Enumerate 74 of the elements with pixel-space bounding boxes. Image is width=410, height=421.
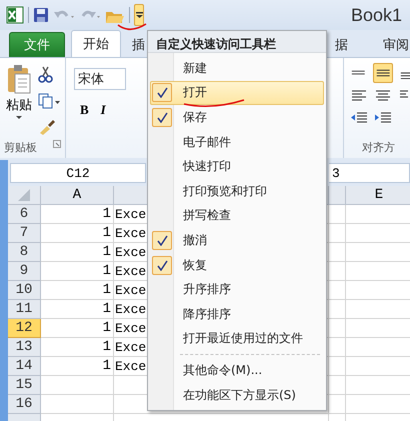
menu-item[interactable]: 保存 [150, 105, 324, 130]
table-cell [329, 338, 346, 357]
customize-button[interactable] [134, 4, 144, 26]
checkbox[interactable] [152, 83, 172, 102]
table-cell: 1 [41, 281, 114, 300]
row-header[interactable]: 15 [8, 376, 41, 395]
menu-item[interactable]: 打开 [150, 80, 324, 106]
row-header[interactable]: 8 [8, 243, 41, 262]
ribbon-tab[interactable]: 据 [328, 32, 355, 57]
menu-item[interactable]: 打印预览和打印 [150, 178, 324, 204]
copy-icon[interactable] [38, 93, 60, 109]
table-cell: 1 [41, 205, 114, 224]
ribbon-tab[interactable]: 文件 [9, 32, 65, 57]
table-cell [329, 300, 346, 319]
menu-item[interactable]: 电子邮件 [150, 130, 324, 154]
table-cell: 1 [41, 300, 114, 319]
row-header[interactable]: 7 [8, 224, 41, 243]
row-header[interactable]: 10 [8, 281, 41, 300]
check-icon [156, 87, 168, 98]
table-cell [329, 224, 346, 243]
checkbox[interactable] [152, 108, 172, 127]
table-cell: 1 [41, 224, 114, 243]
row-header[interactable]: 16 [8, 395, 41, 414]
table-cell: 1 [41, 243, 114, 262]
table-cell [329, 376, 346, 395]
column-header[interactable]: E [346, 186, 410, 205]
table-cell [329, 243, 346, 262]
table-cell: 1 [41, 262, 114, 281]
menu-item[interactable]: 新建 [150, 56, 324, 81]
annotation-mark [116, 22, 148, 32]
table-cell [329, 319, 346, 338]
group-label: 剪贴板 [4, 140, 37, 155]
ribbon-tab[interactable]: 开始 [71, 30, 121, 57]
row-header[interactable]: 9 [8, 262, 41, 281]
scissors-icon[interactable] [38, 66, 53, 83]
paste-button[interactable]: 粘贴 [4, 62, 34, 136]
row-header[interactable]: 12 [8, 319, 41, 338]
window-title: Book1 [350, 4, 402, 26]
italic-button[interactable]: I [100, 102, 106, 118]
checkbox[interactable] [152, 230, 172, 250]
checkbox[interactable] [152, 256, 172, 275]
row-header[interactable]: 6 [8, 205, 41, 224]
caret-icon [16, 116, 22, 119]
check-icon [156, 112, 168, 123]
align-middle-icon[interactable] [372, 63, 393, 83]
menu-item[interactable]: 快速打印 [150, 154, 324, 179]
ribbon-tab[interactable]: 插 [127, 32, 146, 57]
name-box[interactable]: C12 [10, 163, 146, 183]
check-icon [156, 234, 168, 246]
table-cell [329, 205, 346, 224]
table-cell [329, 357, 346, 376]
table-cell [329, 281, 346, 300]
menu-item[interactable]: 在功能区下方显示(S) [150, 382, 324, 408]
format-painter-icon[interactable] [38, 119, 56, 136]
table-cell [329, 262, 346, 281]
bold-button[interactable]: B [80, 102, 89, 118]
group-label: 对齐方 [361, 140, 395, 156]
font-name-field[interactable]: 宋体 [74, 68, 126, 90]
menu-title: 自定义快速访问工具栏 [148, 31, 326, 53]
check-icon [156, 260, 168, 271]
save-icon[interactable] [33, 7, 49, 23]
row-header[interactable]: 14 [8, 357, 41, 376]
formula-text: 3 [332, 166, 340, 180]
row-header[interactable]: 13 [8, 338, 41, 357]
row-header[interactable]: 11 [8, 300, 41, 319]
table-cell: 1 [41, 357, 114, 376]
excel-icon [6, 6, 24, 24]
launcher-icon[interactable] [53, 140, 61, 148]
caret-icon [136, 12, 142, 18]
clipboard-icon [6, 64, 32, 94]
table-cell: 1 [41, 319, 114, 338]
column-header[interactable]: A [41, 186, 114, 205]
ribbon-tab[interactable]: 审阅 [371, 32, 410, 57]
table-cell: 1 [41, 338, 114, 357]
